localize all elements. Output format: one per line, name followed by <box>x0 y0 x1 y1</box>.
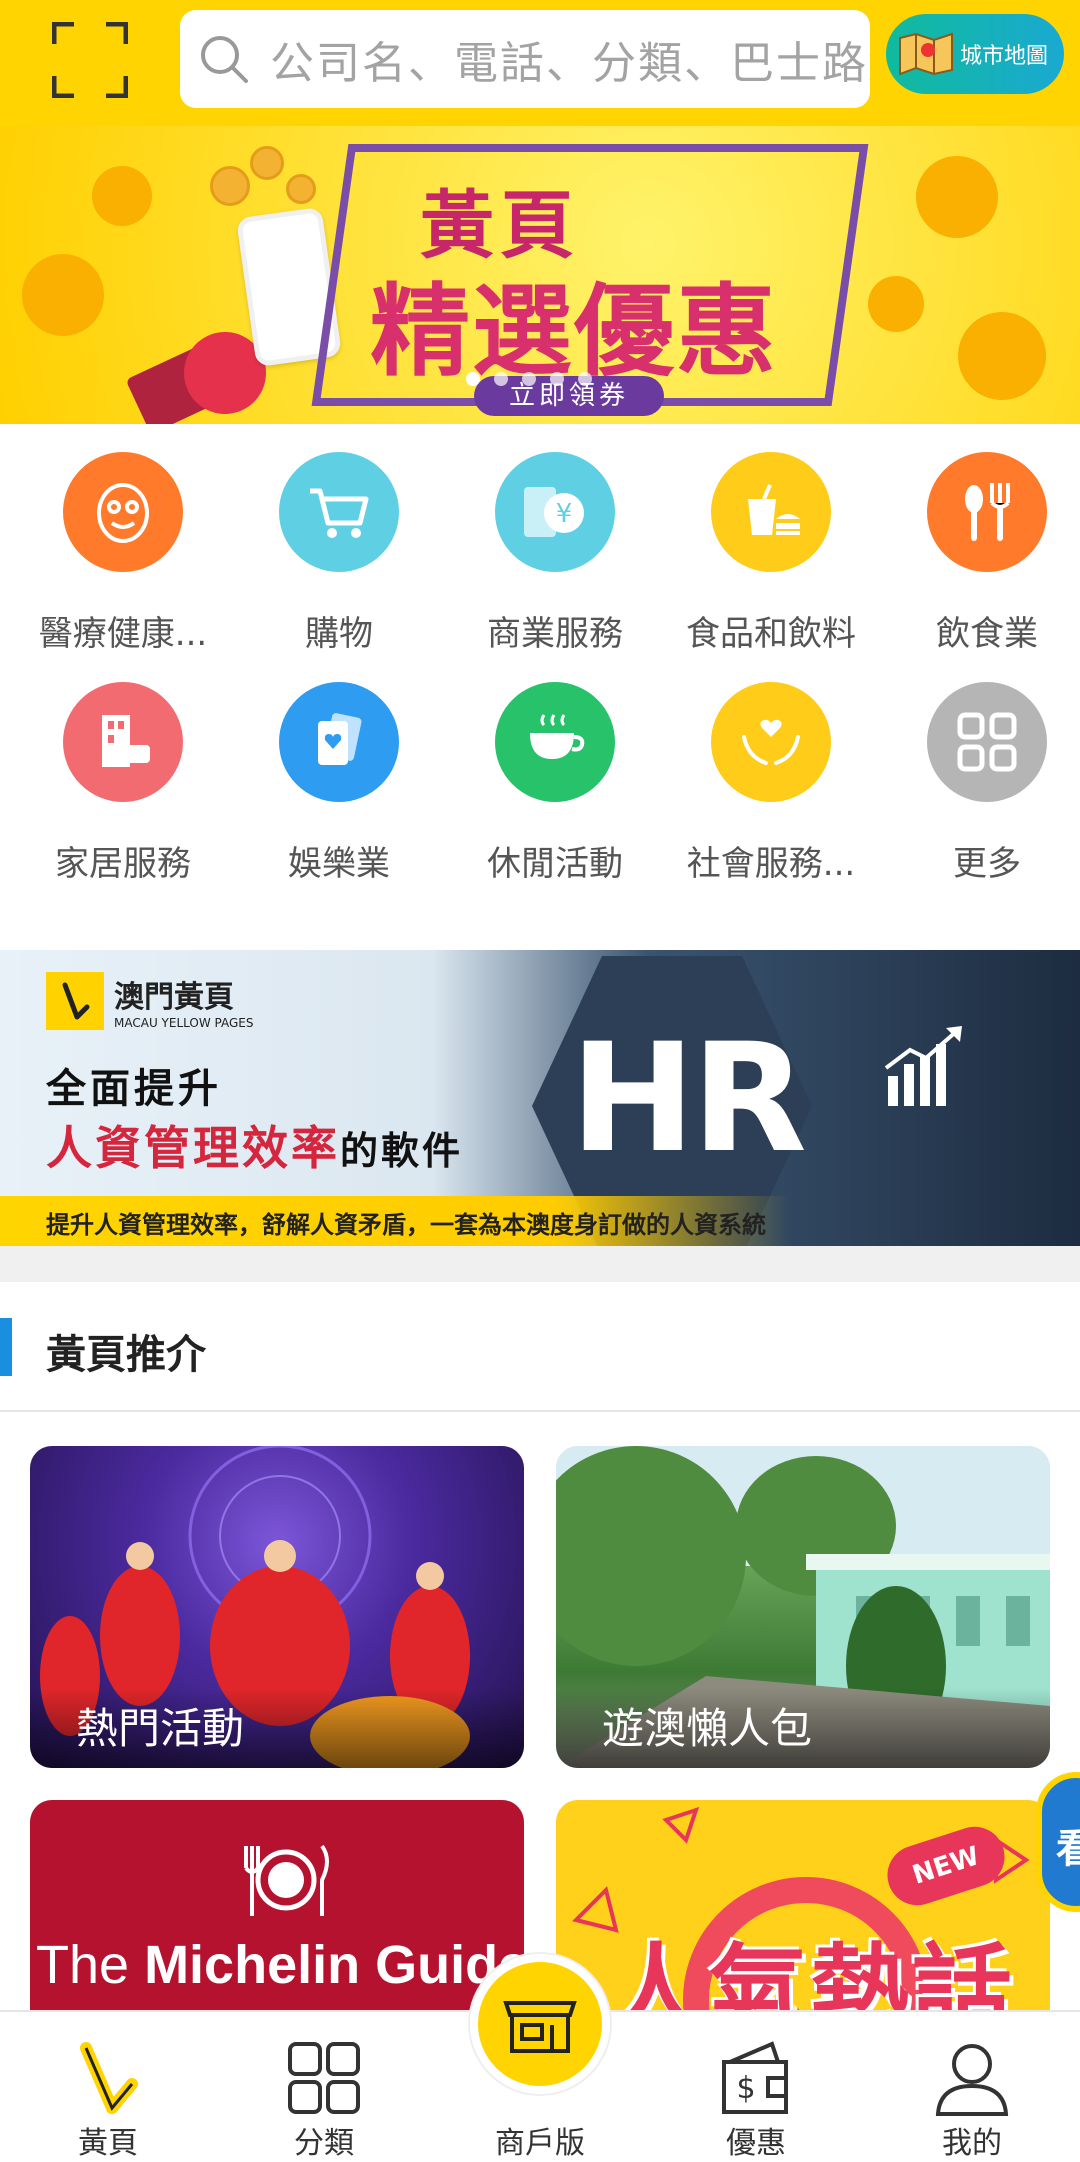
carousel-dot[interactable] <box>578 372 592 386</box>
nav-yellow-pages[interactable]: 黃頁 <box>18 2012 198 2162</box>
fast-food-icon <box>711 452 831 572</box>
category-restaurant[interactable]: 飲食業 <box>879 452 1080 655</box>
chart-growth-icon <box>884 1026 962 1106</box>
category-food-drink[interactable]: 食品和飲料 <box>663 452 879 655</box>
category-label: 食品和飲料 <box>686 614 856 654</box>
category-medical[interactable]: 醫療健康... <box>15 452 231 655</box>
city-map-button[interactable]: 城市地圖 <box>886 14 1064 94</box>
home-furniture-icon <box>63 682 183 802</box>
category-label: 更多 <box>953 844 1021 884</box>
megaphone-icon <box>92 166 152 226</box>
coin-icon <box>250 146 284 180</box>
card-macau-guide[interactable]: 遊澳懶人包 <box>556 1446 1050 1768</box>
category-label: 休閒活動 <box>487 844 623 884</box>
category-home-services[interactable]: 家居服務 <box>15 682 231 885</box>
carousel-dot[interactable] <box>494 372 508 386</box>
grid-more-icon <box>927 682 1047 802</box>
ad-tagline: 提升人資管理效率，舒解人資矛盾，一套為本澳度身訂做的人資系統 <box>46 1211 766 1239</box>
carousel-dot[interactable] <box>466 372 480 386</box>
storefront-icon <box>503 2001 577 2053</box>
category-more[interactable]: 更多 <box>879 682 1080 885</box>
hr-logo-text: HR <box>570 1012 807 1186</box>
svg-text:¥: ¥ <box>556 499 573 529</box>
coin-icon <box>286 174 316 204</box>
ad-headline-red: 人資管理效率 <box>46 1121 340 1175</box>
laptop-icon <box>22 254 104 336</box>
category-social-services[interactable]: 社會服務... <box>663 682 879 885</box>
svg-text:$: $ <box>736 2071 755 2106</box>
section-title: 黃頁推介 <box>46 1332 206 1378</box>
yellow-pages-logo-icon <box>46 972 104 1030</box>
nav-offers[interactable]: $ 優惠 <box>666 2012 846 2162</box>
face-mask-icon <box>63 452 183 572</box>
search-icon <box>201 36 248 83</box>
category-label: 購物 <box>305 614 373 654</box>
card-caption: 熱門活動 <box>76 1704 245 1753</box>
category-label: 社會服務... <box>686 844 856 884</box>
shopping-bag-icon <box>916 156 998 238</box>
carousel-dot[interactable] <box>550 372 564 386</box>
category-shopping[interactable]: 購物 <box>231 452 447 655</box>
shopping-cart-icon <box>279 452 399 572</box>
coin-icon <box>210 166 250 206</box>
grid-icon <box>288 2042 360 2114</box>
category-label: 商業服務 <box>487 614 623 654</box>
user-profile-icon <box>935 2044 1009 2116</box>
section-divider <box>0 1246 1080 1282</box>
yellow-pages-logo-icon <box>80 2042 138 2114</box>
cutlery-icon <box>927 452 1047 572</box>
ad-headline-2: 人資管理效率的軟件 <box>46 1112 463 1178</box>
carousel-dots <box>466 372 592 386</box>
coffee-cup-icon <box>495 682 615 802</box>
brand-name-cn: 澳門黃頁 <box>114 980 234 1015</box>
michelin-text: The Michelin Guide <box>36 1934 524 1996</box>
category-label: 家居服務 <box>55 844 191 884</box>
gift-ticket-icon <box>958 312 1046 400</box>
ad-headline-1: 全面提升 <box>46 1066 222 1112</box>
nav-label: 我的 <box>942 2126 1002 2161</box>
location-pin-icon <box>868 276 924 332</box>
nav-label: 商戶版 <box>495 2126 585 2161</box>
card-hot-events[interactable]: 熱門活動 <box>30 1446 524 1768</box>
macau-yellow-pages-logo: 澳門黃頁 MACAU YELLOW PAGES <box>46 972 253 1030</box>
hr-software-ad[interactable]: 澳門黃頁 MACAU YELLOW PAGES 全面提升 人資管理效率的軟件 H… <box>0 950 1080 1246</box>
merchant-center-button[interactable] <box>470 1954 610 2094</box>
category-label: 飲食業 <box>936 614 1038 654</box>
map-icon <box>899 32 953 76</box>
michelin-text-thin: The <box>36 1935 145 1995</box>
top-header: 公司名、電話、分類、巴士路線 城市地圖 <box>0 0 1080 126</box>
caring-hands-icon <box>711 682 831 802</box>
floating-action-button[interactable]: 看 <box>1036 1772 1080 1912</box>
category-leisure[interactable]: 休閒活動 <box>447 682 663 885</box>
search-input[interactable]: 公司名、電話、分類、巴士路線 <box>180 10 870 108</box>
scan-icon[interactable] <box>52 22 128 98</box>
michelin-text-bold: Michelin Guide <box>144 1935 524 1995</box>
plate-cutlery-icon <box>244 1844 329 1916</box>
category-label: 娛樂業 <box>288 844 390 884</box>
nav-label: 分類 <box>294 2126 354 2161</box>
carousel-dot[interactable] <box>522 372 536 386</box>
nav-label: 優惠 <box>726 2126 786 2161</box>
nav-label: 黃頁 <box>78 2126 138 2161</box>
category-business[interactable]: ¥ 商業服務 <box>447 452 663 655</box>
playing-cards-icon <box>279 682 399 802</box>
city-map-label: 城市地圖 <box>960 44 1049 69</box>
nav-profile[interactable]: 我的 <box>882 2012 1062 2162</box>
nav-categories[interactable]: 分類 <box>234 2012 414 2162</box>
section-accent-bar <box>0 1318 12 1376</box>
floating-button-label: 看 <box>1056 1826 1080 1872</box>
category-label: 醫療健康... <box>38 614 208 654</box>
recommend-section-header: 黃頁推介 <box>0 1282 1080 1412</box>
card-caption: 遊澳懶人包 <box>602 1704 813 1753</box>
brand-name-en: MACAU YELLOW PAGES <box>114 1016 254 1030</box>
ad-headline-black: 的軟件 <box>340 1129 464 1173</box>
search-placeholder: 公司名、電話、分類、巴士路線 <box>270 38 870 89</box>
business-yen-icon: ¥ <box>495 452 615 572</box>
wallet-dollar-icon: $ <box>722 2041 788 2114</box>
ad-tagline-strip: 提升人資管理效率，舒解人資矛盾，一套為本澳度身訂做的人資系統 <box>0 1196 790 1246</box>
category-entertainment[interactable]: 娛樂業 <box>231 682 447 885</box>
